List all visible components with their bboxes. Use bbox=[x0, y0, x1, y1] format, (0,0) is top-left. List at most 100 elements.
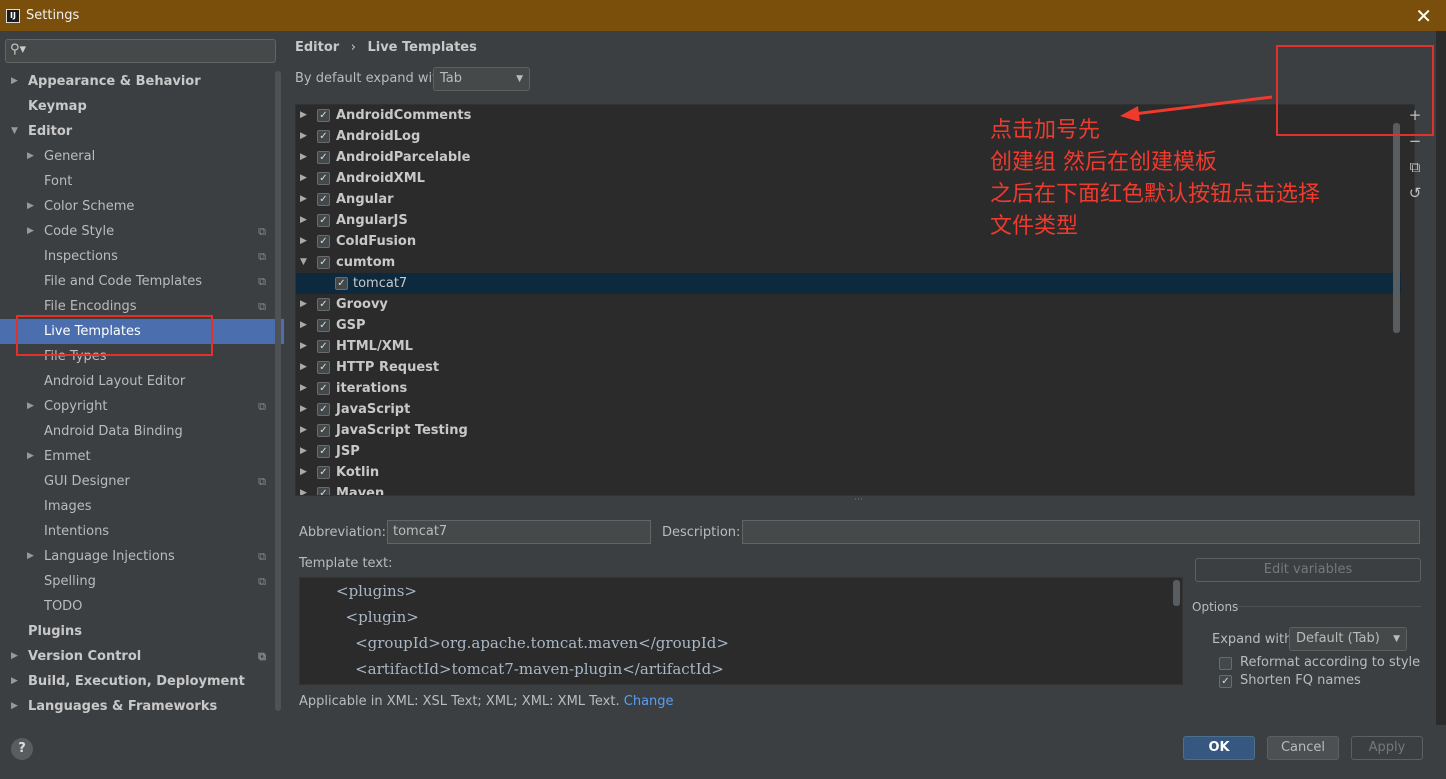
live-templates-panel: Editor › Live Templates By default expan… bbox=[284, 31, 1436, 725]
expand-arrow-icon: ▶ bbox=[27, 201, 34, 211]
checkbox[interactable]: ✓ bbox=[317, 403, 330, 416]
sidebar-item-languages[interactable]: ▶ Languages & Frameworks bbox=[0, 694, 270, 719]
sidebar-item-code-style[interactable]: ▶ Code Style ⧉ bbox=[0, 219, 270, 244]
template-group-row[interactable]: ▶ ✓ JavaScript bbox=[296, 399, 1401, 420]
sidebar-item-android-layout-editor[interactable]: Android Layout Editor bbox=[0, 369, 270, 394]
checkbox[interactable]: ✓ bbox=[317, 340, 330, 353]
checkbox[interactable]: ✓ bbox=[317, 382, 330, 395]
template-group-row[interactable]: ▶ ✓ Kotlin bbox=[296, 462, 1401, 483]
checkbox[interactable]: ✓ bbox=[317, 361, 330, 374]
annotation-line: 文件类型 bbox=[990, 214, 1079, 239]
template-group-label: Groovy bbox=[336, 297, 388, 312]
expand-arrow-icon: ▶ bbox=[300, 362, 307, 372]
template-group-row[interactable]: ▶ ✓ GSP bbox=[296, 315, 1401, 336]
sidebar-item-android-data-binding[interactable]: Android Data Binding bbox=[0, 419, 270, 444]
sidebar-item-language-injections[interactable]: ▶ Language Injections ⧉ bbox=[0, 544, 270, 569]
template-group-row[interactable]: ▶ ✓ HTTP Request bbox=[296, 357, 1401, 378]
change-link[interactable]: Change bbox=[624, 694, 674, 709]
template-group-label: cumtom bbox=[336, 255, 396, 270]
sidebar-item-intentions[interactable]: Intentions bbox=[0, 519, 270, 544]
sidebar-item-general[interactable]: ▶ General bbox=[0, 144, 270, 169]
checkbox[interactable] bbox=[1219, 657, 1232, 670]
sidebar-item-images[interactable]: Images bbox=[0, 494, 270, 519]
sidebar-item-appearance[interactable]: ▶ Appearance & Behavior bbox=[0, 69, 270, 94]
cancel-button[interactable]: Cancel bbox=[1267, 736, 1339, 760]
sidebar-item-color-scheme[interactable]: ▶ Color Scheme bbox=[0, 194, 270, 219]
edit-variables-button[interactable]: Edit variables bbox=[1195, 558, 1421, 582]
checkbox[interactable]: ✓ bbox=[317, 487, 330, 495]
sidebar-item-todo[interactable]: TODO bbox=[0, 594, 270, 619]
restore-icon[interactable]: ↺ bbox=[1404, 184, 1426, 210]
description-input[interactable] bbox=[742, 520, 1420, 544]
resize-grip-icon[interactable]: ⋯ bbox=[854, 495, 863, 505]
template-group-row[interactable]: ▶ ✓ HTML/XML bbox=[296, 336, 1401, 357]
template-group-label: AngularJS bbox=[336, 213, 408, 228]
template-group-row[interactable]: ▼ ✓ cumtom bbox=[296, 252, 1401, 273]
template-row[interactable]: ✓ tomcat7 bbox=[296, 273, 1401, 294]
checkbox[interactable]: ✓ bbox=[335, 277, 348, 290]
template-group-row[interactable]: ▶ ✓ Groovy bbox=[296, 294, 1401, 315]
sidebar-item-build[interactable]: ▶ Build, Execution, Deployment bbox=[0, 669, 270, 694]
expand-arrow-icon: ▶ bbox=[300, 131, 307, 141]
checkbox[interactable]: ✓ bbox=[317, 193, 330, 206]
intellij-app-icon: IJ bbox=[6, 8, 20, 23]
sidebar-item-label: Keymap bbox=[28, 99, 87, 114]
sidebar-item-keymap[interactable]: Keymap bbox=[0, 94, 270, 119]
reformat-checkbox[interactable]: Reformat according to style bbox=[1219, 655, 1420, 673]
search-input[interactable]: ⚲▾ bbox=[5, 39, 276, 63]
sidebar-item-inspections[interactable]: Inspections ⧉ bbox=[0, 244, 270, 269]
sidebar-item-emmet[interactable]: ▶ Emmet bbox=[0, 444, 270, 469]
checkbox[interactable]: ✓ bbox=[317, 109, 330, 122]
template-group-label: AndroidXML bbox=[336, 171, 425, 186]
shorten-fq-checkbox[interactable]: ✓ Shorten FQ names bbox=[1219, 673, 1419, 691]
copy-icon[interactable]: ⧉ bbox=[1404, 158, 1426, 184]
sidebar-item-copyright[interactable]: ▶ Copyright ⧉ bbox=[0, 394, 270, 419]
checkbox[interactable]: ✓ bbox=[317, 130, 330, 143]
expand-arrow-icon: ▶ bbox=[300, 236, 307, 246]
checkbox[interactable]: ✓ bbox=[317, 256, 330, 269]
sidebar-scrollbar[interactable] bbox=[275, 71, 281, 711]
close-icon[interactable]: ✕ bbox=[1415, 4, 1432, 28]
expand-arrow-icon: ▶ bbox=[300, 173, 307, 183]
template-group-row[interactable]: ▶ ✓ JavaScript Testing bbox=[296, 420, 1401, 441]
template-group-row[interactable]: ▶ ✓ iterations bbox=[296, 378, 1401, 399]
checkbox[interactable]: ✓ bbox=[317, 424, 330, 437]
checkbox[interactable]: ✓ bbox=[1219, 675, 1232, 688]
sidebar-item-font[interactable]: Font bbox=[0, 169, 270, 194]
editor-scrollbar[interactable] bbox=[1173, 580, 1180, 606]
expand-with-select[interactable]: Tab ▼ bbox=[433, 67, 530, 91]
sidebar-item-plugins[interactable]: Plugins bbox=[0, 619, 270, 644]
checkbox[interactable]: ✓ bbox=[317, 214, 330, 227]
apply-button[interactable]: Apply bbox=[1351, 736, 1423, 760]
checkbox[interactable]: ✓ bbox=[317, 319, 330, 332]
expand-arrow-icon: ▶ bbox=[27, 226, 34, 236]
checkbox[interactable]: ✓ bbox=[317, 466, 330, 479]
checkbox[interactable]: ✓ bbox=[317, 235, 330, 248]
expand-arrow-icon: ▶ bbox=[11, 651, 18, 661]
template-text-editor[interactable]: <plugins> <plugin> <groupId>org.apache.t… bbox=[299, 577, 1183, 685]
collapse-arrow-icon: ▼ bbox=[11, 126, 18, 136]
project-scope-icon: ⧉ bbox=[258, 225, 266, 238]
ok-button[interactable]: OK bbox=[1183, 736, 1255, 760]
help-icon[interactable]: ? bbox=[11, 738, 33, 760]
checkbox[interactable]: ✓ bbox=[317, 445, 330, 458]
template-list-scrollbar[interactable] bbox=[1393, 123, 1400, 333]
sidebar-item-spelling[interactable]: Spelling ⧉ bbox=[0, 569, 270, 594]
checkbox[interactable]: ✓ bbox=[317, 172, 330, 185]
template-group-label: Angular bbox=[336, 192, 394, 207]
sidebar-item-gui-designer[interactable]: GUI Designer ⧉ bbox=[0, 469, 270, 494]
sidebar-item-label: Copyright bbox=[44, 399, 108, 414]
sidebar-item-file-code-templates[interactable]: File and Code Templates ⧉ bbox=[0, 269, 270, 294]
template-group-label: GSP bbox=[336, 318, 366, 333]
options-expand-select[interactable]: Default (Tab) ▼ bbox=[1289, 627, 1407, 651]
abbreviation-input[interactable]: tomcat7 bbox=[387, 520, 651, 544]
checkbox[interactable]: ✓ bbox=[317, 298, 330, 311]
expand-arrow-icon: ▶ bbox=[300, 467, 307, 477]
shorten-label: Shorten FQ names bbox=[1240, 673, 1361, 688]
sidebar-item-editor[interactable]: ▼ Editor bbox=[0, 119, 270, 144]
template-group-row[interactable]: ▶ ✓ Maven bbox=[296, 483, 1401, 495]
checkbox[interactable]: ✓ bbox=[317, 151, 330, 164]
sidebar-item-version-control[interactable]: ▶ Version Control ⧉ bbox=[0, 644, 270, 669]
template-group-row[interactable]: ▶ ✓ JSP bbox=[296, 441, 1401, 462]
expand-arrow-icon: ▶ bbox=[27, 401, 34, 411]
